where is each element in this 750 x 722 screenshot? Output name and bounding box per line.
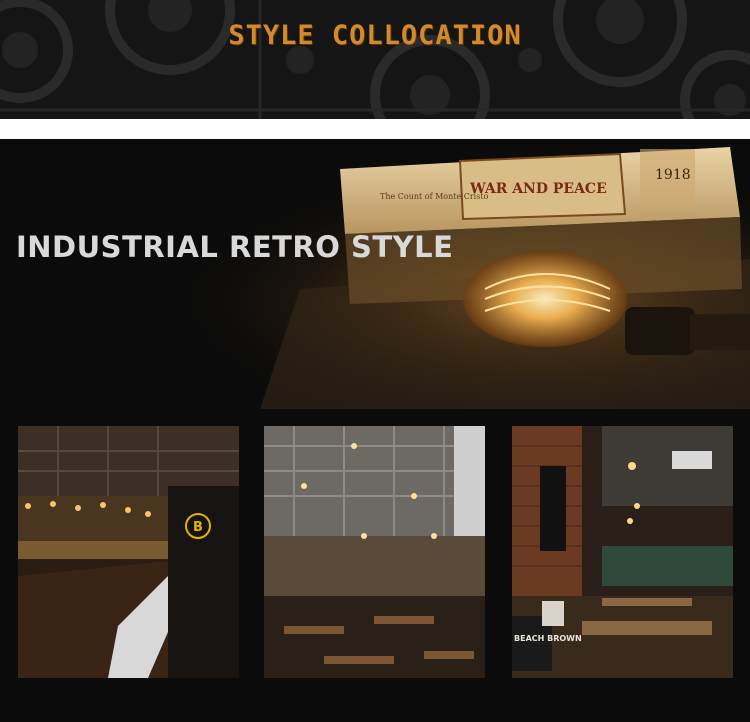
dining-hall-photo [264, 426, 485, 678]
hero-section: WAR AND PEACE The Count of Monte Cristo … [0, 139, 750, 722]
bar-counter-photo: B [18, 426, 239, 678]
hero-image: WAR AND PEACE The Count of Monte Cristo … [0, 139, 750, 409]
page: STYLE COLLOCATION WAR AND PEACE The Coun… [0, 0, 750, 722]
book-spine-year: 1918 [655, 167, 691, 183]
book-spine-title: WAR AND PEACE [469, 181, 607, 197]
brick-restaurant-photo: BEACH BROWN [512, 426, 733, 678]
bar-sign-letter: B [193, 520, 203, 535]
header-banner: STYLE COLLOCATION [0, 0, 750, 119]
pillow-text: BEACH BROWN [514, 634, 582, 643]
book-spine-subtitle: The Count of Monte Cristo [380, 192, 489, 201]
hero-title: INDUSTRIAL RETRO STYLE [16, 230, 454, 264]
gears-background [0, 0, 750, 119]
banner-title: STYLE COLLOCATION [228, 20, 522, 51]
